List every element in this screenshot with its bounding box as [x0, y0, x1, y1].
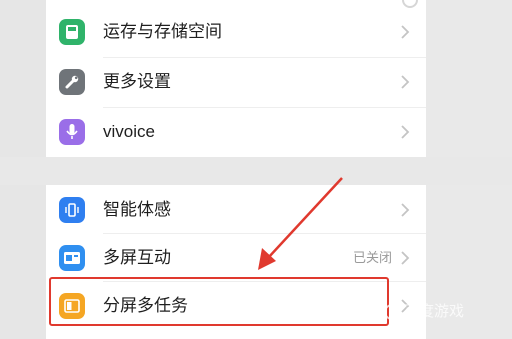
- phone-motion-icon: [59, 197, 85, 223]
- chevron-right-icon: [401, 75, 410, 89]
- settings-item-vivoice[interactable]: vivoice: [46, 107, 426, 157]
- cast-icon: [59, 245, 85, 271]
- settings-item-more-settings[interactable]: 更多设置: [46, 57, 426, 107]
- settings-item-multi-screen[interactable]: 多屏互动 已关闭: [46, 233, 426, 283]
- settings-item-label: 多屏互动: [103, 248, 171, 267]
- settings-item-label: vivoice: [103, 122, 155, 141]
- settings-item-label: 运存与存储空间: [103, 22, 222, 41]
- chevron-right-icon: [401, 203, 410, 217]
- watermark-logo-icon: [384, 304, 400, 320]
- chevron-right-icon: [401, 25, 410, 39]
- settings-item-smart-motion[interactable]: 智能体感: [46, 185, 426, 235]
- section-gap: [0, 157, 512, 185]
- watermark: 百度游戏: [384, 300, 504, 324]
- settings-group-1: 运存与存储空间 更多设置 vivoice: [46, 0, 426, 157]
- chevron-right-icon: [401, 251, 410, 265]
- wrench-icon: [59, 69, 85, 95]
- microphone-icon: [59, 119, 85, 145]
- settings-item-storage[interactable]: 运存与存储空间: [46, 7, 426, 57]
- settings-item-value: 已关闭: [352, 250, 392, 265]
- chevron-right-icon: [401, 125, 410, 139]
- settings-item-label: 更多设置: [103, 72, 171, 91]
- storage-icon: [59, 19, 85, 45]
- settings-item-label: 智能体感: [103, 200, 171, 219]
- highlight-box: [49, 277, 389, 326]
- watermark-text: 百度游戏: [404, 303, 465, 320]
